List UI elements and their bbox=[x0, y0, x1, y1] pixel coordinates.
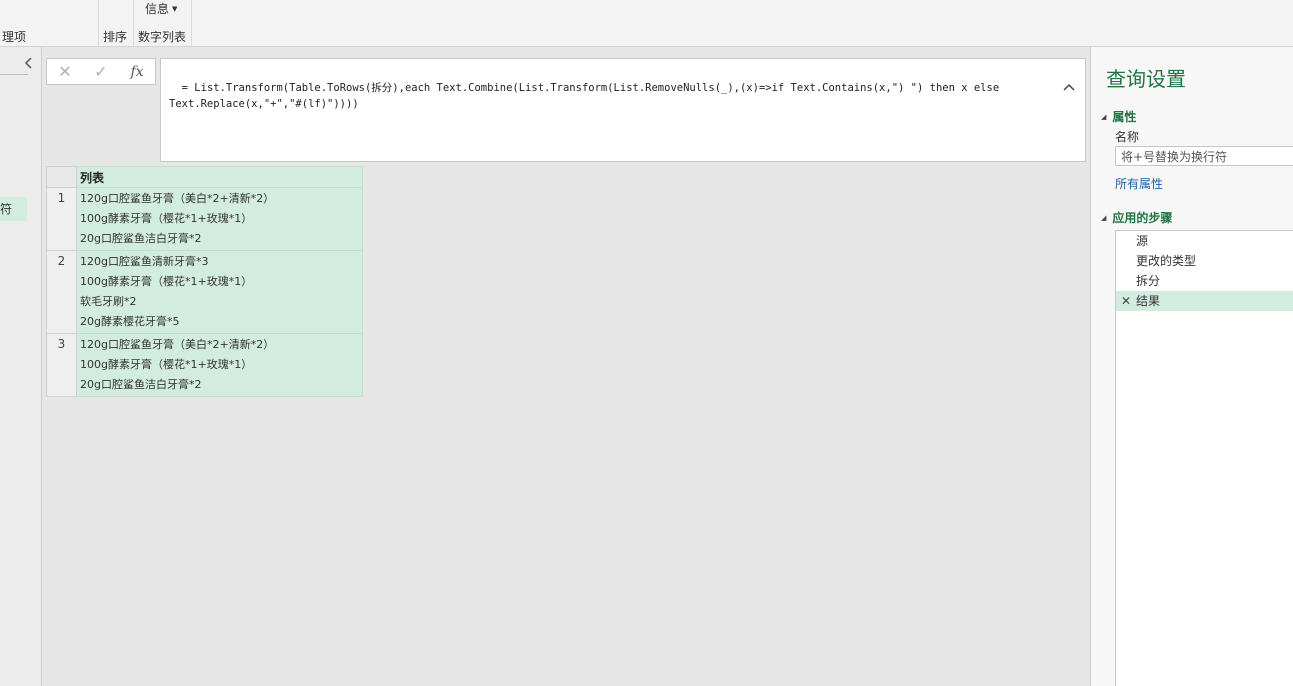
formula-bar[interactable]: = List.Transform(Table.ToRows(拆分),each T… bbox=[160, 58, 1086, 162]
divider bbox=[0, 74, 28, 75]
ribbon: 理项 排序 信息 ▼ 数字列表 bbox=[0, 0, 1293, 47]
step-label: 拆分 bbox=[1136, 274, 1161, 288]
cell-line: 100g酵素牙膏（樱花*1+玫瑰*1） bbox=[80, 275, 253, 288]
ribbon-group-number-list: 数字列表 bbox=[138, 30, 187, 44]
table-row: 1 120g口腔鲨鱼牙膏（美白*2+清新*2） 100g酵素牙膏（樱花*1+玫瑰*1… bbox=[46, 187, 363, 251]
collapse-pane-icon[interactable] bbox=[22, 57, 36, 71]
ribbon-separator bbox=[98, 0, 99, 46]
chevron-down-icon: ▼ bbox=[172, 4, 178, 13]
properties-header-label: 属性 bbox=[1112, 110, 1137, 124]
ribbon-group-sort[interactable]: 排序 bbox=[103, 28, 127, 45]
formula-text: = List.Transform(Table.ToRows(拆分),each T… bbox=[169, 82, 1000, 110]
column-header[interactable]: 列表 bbox=[76, 166, 363, 188]
ribbon-separator bbox=[133, 0, 134, 46]
cell-line: 120g口腔鲨鱼清新牙膏*3 bbox=[80, 255, 209, 268]
info-dropdown-button[interactable]: 信息 ▼ bbox=[145, 0, 177, 17]
delete-step-icon[interactable]: ✕ bbox=[1121, 291, 1131, 311]
data-grid: 列表 1 120g口腔鲨鱼牙膏（美白*2+清新*2） 100g酵素牙膏（樱花*1+玫… bbox=[46, 166, 363, 397]
all-properties-link[interactable]: 所有属性 bbox=[1115, 175, 1163, 192]
step-result[interactable]: ✕ 结果 bbox=[1116, 291, 1293, 311]
table-row: 3 120g口腔鲨鱼牙膏（美白*2+清新*2） 100g酵素牙膏（樱花*1+玫瑰*1… bbox=[46, 333, 363, 397]
chevron-up-icon[interactable] bbox=[1032, 64, 1075, 112]
cell-line: 120g口腔鲨鱼牙膏（美白*2+清新*2） bbox=[80, 338, 275, 351]
cell-line: 120g口腔鲨鱼牙膏（美白*2+清新*2） bbox=[80, 192, 275, 205]
step-changed-type[interactable]: 更改的类型 bbox=[1116, 251, 1293, 271]
info-label: 信息 bbox=[145, 2, 170, 16]
query-list-item[interactable]: 符 bbox=[0, 197, 27, 221]
step-label: 结果 bbox=[1136, 294, 1161, 308]
pane-title: 查询设置 bbox=[1106, 67, 1186, 91]
table-cell[interactable]: 120g口腔鲨鱼清新牙膏*3 100g酵素牙膏（樱花*1+玫瑰*1） 软毛牙刷*2 2… bbox=[76, 250, 363, 334]
cell-line: 软毛牙刷*2 bbox=[80, 295, 137, 308]
name-label: 名称 bbox=[1115, 130, 1140, 144]
row-number[interactable]: 3 bbox=[46, 333, 77, 397]
cell-line: 20g口腔鲨鱼洁白牙膏*2 bbox=[80, 232, 202, 245]
triangle-down-icon: ◢ bbox=[1101, 112, 1107, 121]
ribbon-separator bbox=[191, 0, 192, 46]
table-row: 2 120g口腔鲨鱼清新牙膏*3 100g酵素牙膏（樱花*1+玫瑰*1） 软毛牙刷*2… bbox=[46, 250, 363, 334]
table-cell[interactable]: 120g口腔鲨鱼牙膏（美白*2+清新*2） 100g酵素牙膏（樱花*1+玫瑰*1）… bbox=[76, 187, 363, 251]
triangle-down-icon: ◢ bbox=[1101, 213, 1107, 222]
step-label: 源 bbox=[1136, 234, 1149, 248]
queries-pane: 符 bbox=[0, 47, 42, 686]
applied-steps-section-header[interactable]: ◢ 应用的步骤 bbox=[1101, 209, 1172, 226]
confirm-check-icon[interactable]: ✓ bbox=[83, 62, 119, 81]
fx-icon[interactable]: fx bbox=[119, 64, 155, 80]
step-source[interactable]: 源 bbox=[1116, 231, 1293, 251]
query-settings-pane: 查询设置 ◢ 属性 名称 所有属性 ◢ 应用的步骤 源 更改的类型 拆分 ✕ 结… bbox=[1090, 47, 1293, 686]
cell-line: 100g酵素牙膏（樱花*1+玫瑰*1） bbox=[80, 212, 253, 225]
cell-line: 100g酵素牙膏（樱花*1+玫瑰*1） bbox=[80, 358, 253, 371]
grid-corner[interactable] bbox=[46, 166, 77, 188]
ribbon-group-label: 理项 bbox=[2, 30, 27, 44]
query-item-label: 符 bbox=[0, 202, 13, 216]
step-split[interactable]: 拆分 bbox=[1116, 271, 1293, 291]
step-label: 更改的类型 bbox=[1136, 254, 1197, 268]
row-number[interactable]: 2 bbox=[46, 250, 77, 334]
cancel-icon[interactable]: ✕ bbox=[47, 62, 83, 81]
properties-section-header[interactable]: ◢ 属性 bbox=[1101, 108, 1136, 125]
row-number[interactable]: 1 bbox=[46, 187, 77, 251]
table-cell[interactable]: 120g口腔鲨鱼牙膏（美白*2+清新*2） 100g酵素牙膏（樱花*1+玫瑰*1）… bbox=[76, 333, 363, 397]
query-name-input[interactable] bbox=[1115, 146, 1293, 166]
applied-steps-list: 源 更改的类型 拆分 ✕ 结果 bbox=[1115, 230, 1293, 686]
applied-steps-header-label: 应用的步骤 bbox=[1112, 211, 1173, 225]
formula-buttons: ✕ ✓ fx bbox=[46, 58, 156, 85]
cell-line: 20g口腔鲨鱼洁白牙膏*2 bbox=[80, 378, 202, 391]
cell-line: 20g酵素樱花牙膏*5 bbox=[80, 315, 180, 328]
